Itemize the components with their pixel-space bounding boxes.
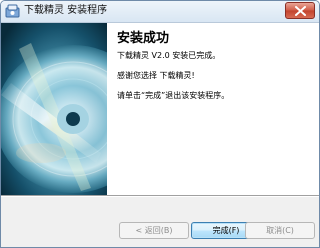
close-icon [295,6,306,16]
instruction-line: 请单击“完成”退出该安装程序。 [117,91,230,100]
close-button[interactable] [285,2,315,19]
footer-separator [1,195,319,197]
installer-app-icon [5,4,20,19]
completion-message: 安装成功 下载精灵 V2.0 安装已完成。 感谢您选择 下载精灵! 请单击“完成… [117,31,313,111]
title-bar[interactable]: 下载精灵 安装程序 [1,1,319,23]
installer-window: 下载精灵 安装程序 安装成功 下载精灵 V2.0 安装已完成。 感谢您选择 下载… [0,0,320,248]
wizard-body: 安装成功 下载精灵 V2.0 安装已完成。 感谢您选择 下载精灵! 请单击“完成… [1,23,319,195]
cancel-button[interactable]: 取消(C) [245,222,315,239]
cd-disc-image [1,23,107,195]
back-button[interactable]: < 返回(B) [119,222,189,239]
page-title: 安装成功 [117,31,170,46]
window-title: 下载精灵 安装程序 [24,5,108,16]
status-line: 下载精灵 V2.0 安装已完成。 [117,51,221,60]
thanks-line: 感谢您选择 下载精灵! [117,71,195,80]
